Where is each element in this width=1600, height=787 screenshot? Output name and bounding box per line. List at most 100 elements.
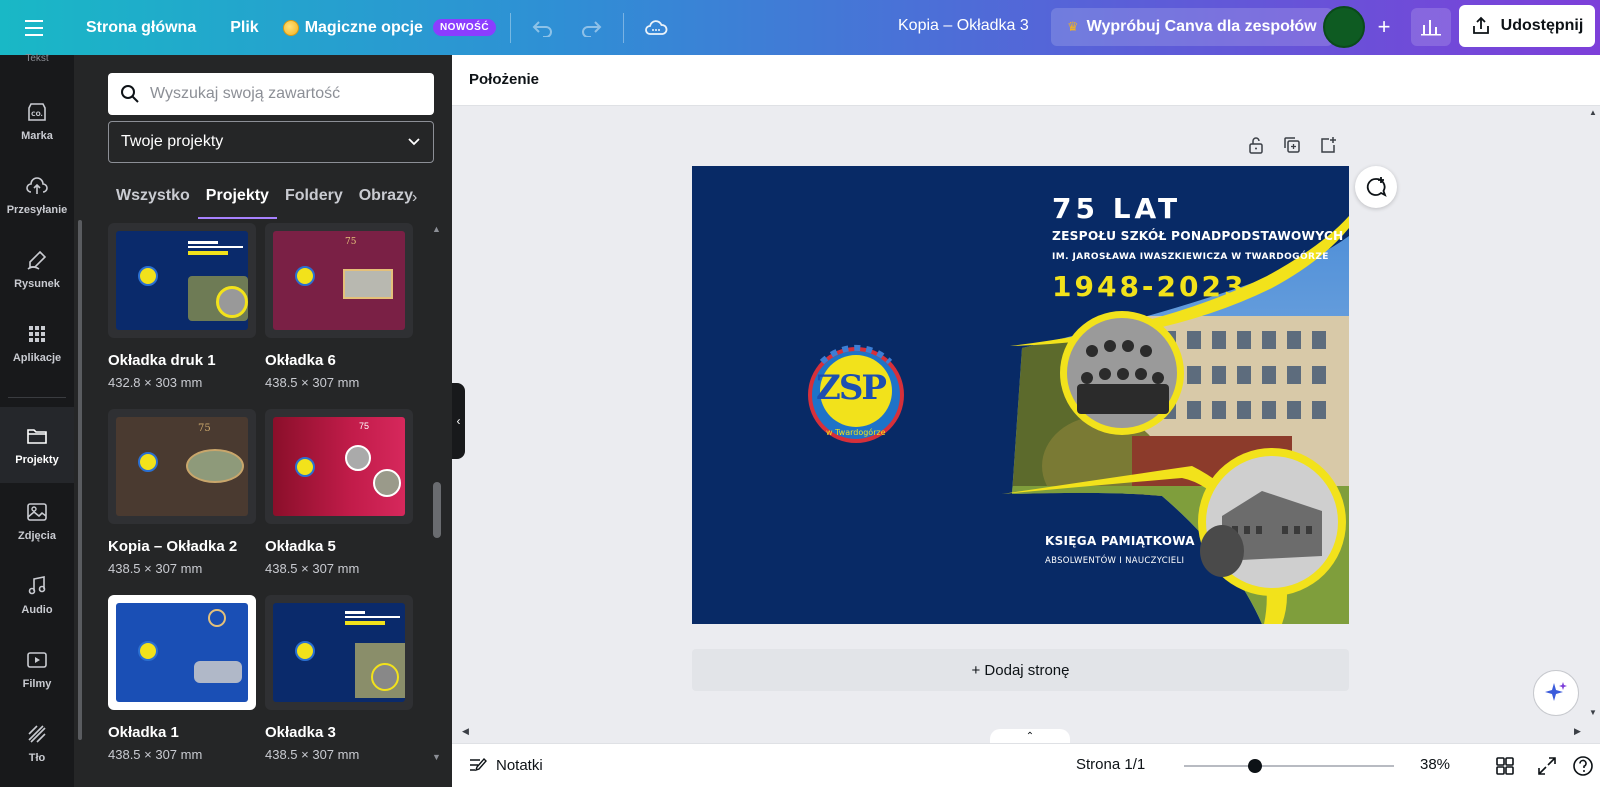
tab-folders[interactable]: Foldery	[277, 183, 351, 219]
design-years-title: 75 LAT	[1052, 192, 1182, 225]
draw-icon	[27, 250, 47, 270]
share-label: Udostępnij	[1500, 17, 1584, 34]
project-card[interactable]: Okładka 3 438.5 × 307 mm	[265, 595, 421, 762]
nav-label: Aplikacje	[12, 352, 62, 364]
search-box[interactable]	[108, 73, 434, 115]
search-input[interactable]	[150, 85, 410, 103]
collapse-panel-chevron-icon[interactable]: ‹	[452, 383, 465, 459]
expand-pages-chevron-icon[interactable]: ⌃	[990, 729, 1070, 743]
tab-projects[interactable]: Projekty	[197, 183, 278, 219]
project-name: Kopia – Okładka 2	[108, 538, 238, 555]
add-comment-button[interactable]	[1355, 166, 1397, 208]
canvas-vertical-scrollbar[interactable]: ▲ ▼	[1588, 106, 1600, 723]
magic-options-label: Magiczne opcje	[304, 18, 423, 36]
audio-icon	[28, 576, 46, 595]
nav-divider	[8, 397, 66, 398]
magic-options-button[interactable]: Magiczne opcje NOWOŚĆ	[282, 18, 497, 37]
redo-icon[interactable]	[573, 10, 609, 46]
share-button[interactable]: Udostępnij	[1459, 5, 1595, 47]
document-title[interactable]: Kopia – Okładka 3	[898, 17, 1029, 35]
panel-scroll-indicator[interactable]	[78, 220, 82, 740]
nav-audio[interactable]: Audio	[0, 557, 74, 633]
separator	[510, 12, 512, 43]
position-button[interactable]: Położenie	[469, 71, 539, 88]
nav-draw[interactable]: Rysunek	[0, 231, 74, 307]
nav-label: Rysunek	[14, 278, 60, 290]
scrollbar-thumb[interactable]	[433, 482, 441, 538]
nav-brand[interactable]: CO. Marka	[0, 83, 74, 159]
separator	[623, 12, 625, 43]
scroll-up-icon[interactable]: ▲	[432, 224, 441, 234]
tabs-next-chevron-icon[interactable]: ›	[412, 189, 417, 207]
video-icon	[27, 652, 47, 668]
magic-assistant-button[interactable]	[1533, 670, 1579, 716]
tab-all[interactable]: Wszystko	[108, 183, 198, 219]
nav-video[interactable]: Filmy	[0, 631, 74, 707]
project-thumbnail[interactable]	[108, 595, 256, 710]
help-icon[interactable]	[1572, 755, 1594, 777]
scroll-down-icon[interactable]: ▼	[432, 752, 441, 762]
project-card[interactable]: 75 Okładka 5 438.5 × 307 mm	[265, 409, 421, 576]
sparkle-icon	[1545, 682, 1567, 701]
project-thumbnail[interactable]	[265, 595, 413, 710]
nav-apps[interactable]: Aplikacje	[0, 305, 74, 381]
add-collaborator-plus-icon[interactable]: +	[1366, 9, 1402, 45]
hamburger-menu-icon[interactable]	[0, 0, 72, 55]
duplicate-page-icon[interactable]	[1283, 136, 1301, 154]
scroll-up-icon[interactable]: ▲	[1589, 108, 1597, 117]
project-card[interactable]: 75 Kopia – Okładka 2 438.5 × 307 mm	[108, 409, 264, 576]
avatar[interactable]	[1323, 6, 1365, 48]
nav-label: Marka	[21, 130, 53, 142]
zoom-slider[interactable]	[1184, 759, 1394, 773]
scroll-right-icon[interactable]: ▶	[1574, 726, 1581, 737]
photos-icon	[27, 503, 47, 521]
panel-tabs: Wszystko Projekty Foldery Obrazy	[108, 183, 428, 219]
project-size: 438.5 × 307 mm	[265, 747, 360, 762]
scroll-left-icon[interactable]: ◀	[462, 726, 469, 737]
scroll-down-icon[interactable]: ▼	[1589, 708, 1597, 717]
notes-button[interactable]: Notatki	[468, 756, 543, 774]
zoom-level[interactable]: 38%	[1420, 756, 1450, 773]
projects-grid: Okładka druk 1 432.8 × 303 mm 75 Okładka…	[108, 223, 428, 787]
nav-label: Audio	[21, 604, 53, 616]
zoom-slider-knob[interactable]	[1248, 759, 1262, 773]
design-page[interactable]: ZSP w Twardogórze 75 LAT ZESPOŁU SZKÓŁ P…	[692, 166, 1349, 624]
nav-label: Tło	[28, 752, 46, 764]
project-name: Okładka druk 1	[108, 352, 216, 369]
nav-projects[interactable]: Projekty	[0, 407, 74, 483]
nav-photos[interactable]: Zdjęcia	[0, 483, 74, 559]
add-page-button[interactable]: + Dodaj stronę	[692, 649, 1349, 691]
nav-uploads[interactable]: Przesyłanie	[0, 157, 74, 233]
project-thumbnail[interactable]	[108, 223, 256, 338]
grid-view-icon[interactable]	[1494, 755, 1516, 777]
design-school-line2: IM. JAROSŁAWA IWASZKIEWICZA W TWARDOGÓRZ…	[1052, 252, 1329, 262]
project-card[interactable]: Okładka 1 438.5 × 307 mm	[108, 595, 264, 762]
project-card[interactable]: Okładka druk 1 432.8 × 303 mm	[108, 223, 264, 390]
panel-scrollbar[interactable]: ▲ ▼	[430, 220, 444, 765]
brand-icon: CO.	[28, 103, 46, 121]
project-size: 438.5 × 307 mm	[108, 561, 203, 576]
undo-icon[interactable]	[525, 10, 561, 46]
file-menu[interactable]: Plik	[216, 11, 272, 45]
project-size: 432.8 × 303 mm	[108, 375, 203, 390]
page-indicator[interactable]: Strona 1/1	[1076, 756, 1145, 773]
partial-text-nav-label[interactable]: Tekst	[0, 53, 74, 61]
projects-filter-select[interactable]: Twoje projekty	[108, 121, 434, 163]
fullscreen-icon[interactable]	[1536, 755, 1558, 777]
logo-ring-text: w Twardogórze	[826, 428, 886, 437]
project-size: 438.5 × 307 mm	[265, 375, 360, 390]
project-thumbnail[interactable]: 75	[265, 223, 413, 338]
folder-icon	[27, 429, 47, 444]
project-card[interactable]: 75 Okładka 6 438.5 × 307 mm	[265, 223, 421, 390]
notes-label: Notatki	[496, 756, 543, 774]
add-page-icon[interactable]	[1319, 136, 1337, 154]
insights-chart-icon[interactable]	[1411, 8, 1451, 46]
project-thumbnail[interactable]: 75	[265, 409, 413, 524]
home-link[interactable]: Strona główna	[72, 11, 210, 45]
nav-background[interactable]: Tło	[0, 705, 74, 781]
tab-images[interactable]: Obrazy	[351, 183, 421, 219]
cloud-save-icon[interactable]	[638, 10, 674, 46]
lock-icon[interactable]	[1247, 136, 1265, 154]
project-thumbnail[interactable]: 75	[108, 409, 256, 524]
try-canva-teams-button[interactable]: ♛ Wypróbuj Canva dla zespołów	[1051, 8, 1333, 46]
